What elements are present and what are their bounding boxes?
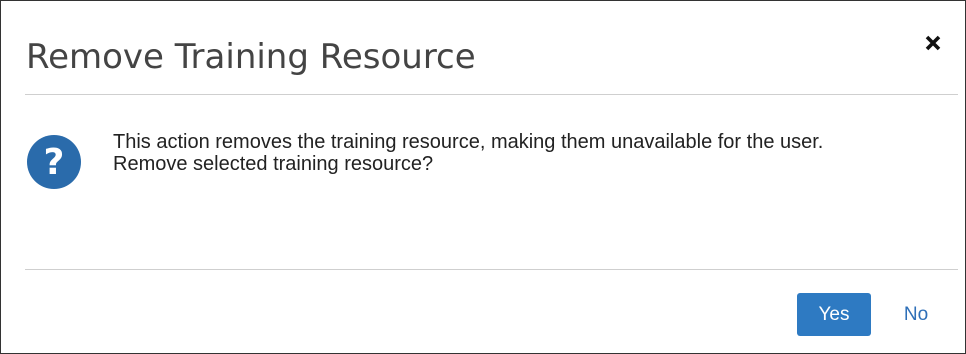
close-icon [919,29,947,57]
svg-text:?: ? [44,142,65,183]
question-icon: ? [27,135,81,189]
footer-divider [25,269,958,270]
message-line-confirmation: Remove selected training resource? [113,153,434,175]
dialog-title: Remove Training Resource [26,37,476,77]
close-button[interactable] [919,29,947,57]
no-button[interactable]: No [889,293,943,336]
dialog-message: This action removes the training resourc… [113,131,913,175]
header-divider [25,94,958,95]
message-line-description: This action removes the training resourc… [113,131,824,153]
remove-training-resource-dialog: Remove Training Resource ? This action r… [0,0,966,354]
yes-button[interactable]: Yes [797,293,871,336]
